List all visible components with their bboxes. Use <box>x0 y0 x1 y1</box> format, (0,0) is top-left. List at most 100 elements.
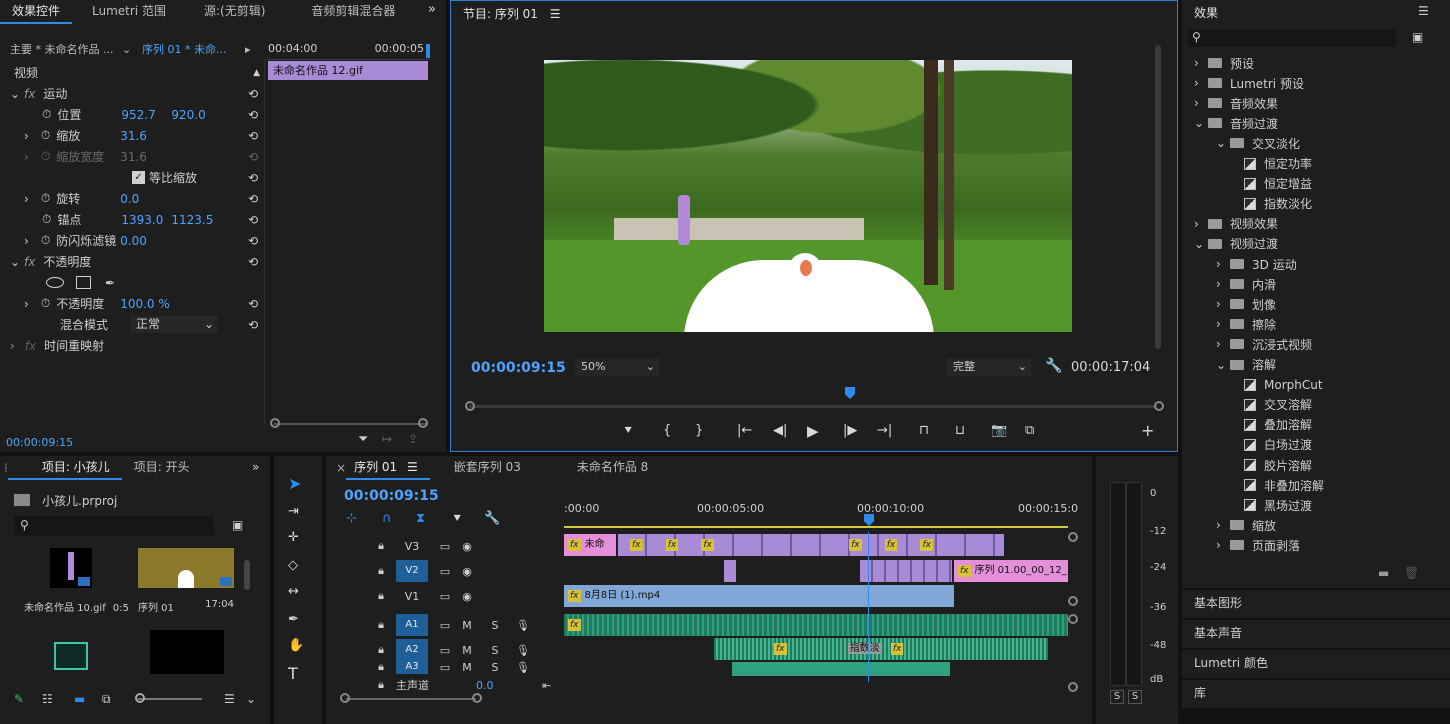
filter-icon[interactable]: ⏷ <box>358 432 368 447</box>
effects-tree-item[interactable]: › 音频效果 <box>1182 93 1432 113</box>
reset-icon[interactable]: ⟲ <box>248 129 258 143</box>
tab-untitled-8[interactable]: 未命名作品 8 <box>533 456 660 480</box>
lock-icon[interactable]: 🔒︎ <box>370 660 392 674</box>
effects-tree-item[interactable]: › 缩放 <box>1182 515 1432 535</box>
sequence-clip-label[interactable]: 序列 01 * 未命... <box>136 41 241 57</box>
effects-tree-item[interactable]: › 3D 运动 <box>1182 254 1432 274</box>
effects-tree-item[interactable]: › 擦除 <box>1182 314 1432 334</box>
position-x-value[interactable]: 952.7 <box>121 108 171 122</box>
freeform-view-icon[interactable]: ⧉ <box>102 692 111 707</box>
lock-icon[interactable]: 🔒︎ <box>370 564 392 578</box>
pencil-icon[interactable]: ✎ <box>14 692 24 706</box>
transition-label[interactable]: 指数淡 <box>847 643 882 654</box>
track-select-tool-icon[interactable]: ⇥ <box>288 504 299 519</box>
film-icon[interactable]: ▭ <box>434 619 456 632</box>
effects-tree-item[interactable]: › 内滑 <box>1182 274 1432 294</box>
solo-button[interactable]: S <box>484 619 506 632</box>
chevron-down-icon[interactable]: ⌄ <box>0 87 20 101</box>
effects-tree-item[interactable]: MorphCut <box>1182 375 1432 395</box>
chevron-right-icon[interactable]: › <box>1194 96 1208 110</box>
scroll-handle-icon[interactable] <box>465 401 475 411</box>
chevron-right-icon[interactable]: › <box>1216 538 1230 552</box>
step-back-icon[interactable]: ◀| <box>773 423 787 438</box>
sort-icon[interactable]: ☰ <box>224 692 235 706</box>
thumbnail-size-slider[interactable] <box>138 698 202 700</box>
effects-tree-item[interactable]: 恒定增益 <box>1182 174 1432 194</box>
mini-playhead[interactable] <box>426 44 430 58</box>
eye-icon[interactable]: ◉ <box>456 540 478 553</box>
snap-nest-icon[interactable]: ⊹ <box>346 511 357 526</box>
effects-tree-item[interactable]: › 沉浸式视频 <box>1182 334 1432 354</box>
play-icon[interactable]: ▶ <box>807 422 819 440</box>
film-icon[interactable]: ▭ <box>434 565 456 578</box>
mute-button[interactable]: M <box>456 644 478 657</box>
track-target-v2[interactable]: V2 <box>396 560 428 582</box>
project-item-thumb[interactable] <box>54 642 88 670</box>
uniform-scale-checkbox[interactable]: ✓ <box>132 171 145 184</box>
effect-controls-timecode[interactable]: 00:00:09:15 <box>6 436 73 449</box>
opacity-section-row[interactable]: ⌄ fx 不透明度 ⟲ <box>0 251 264 272</box>
opacity-value[interactable]: 100.0 % <box>120 297 170 311</box>
panel-overflow-icon[interactable]: » <box>252 460 259 474</box>
tab-source[interactable]: 源:(无剪辑) <box>178 0 277 24</box>
timeline-horizontal-scrollbar[interactable] <box>346 698 476 700</box>
scroll-handle-icon[interactable] <box>1154 401 1164 411</box>
go-to-in-icon[interactable]: |← <box>737 423 752 438</box>
a2-clip[interactable]: fx 指数淡 fx <box>714 638 1048 660</box>
scrub-bar[interactable] <box>469 405 1157 408</box>
chevron-down-icon[interactable]: ⌄ <box>246 692 256 706</box>
ripple-edit-tool-icon[interactable]: ✛ <box>288 530 299 545</box>
timeline-timecode[interactable]: 00:00:09:15 <box>344 488 439 504</box>
v2-clip[interactable] <box>860 560 952 582</box>
track-target-a2[interactable]: A2 <box>396 639 428 661</box>
rotation-value[interactable]: 0.0 <box>120 192 139 206</box>
extract-icon[interactable]: ⊔ <box>955 423 965 438</box>
section-lumetri-color[interactable]: Lumetri 颜色 <box>1182 650 1450 678</box>
quality-dropdown[interactable]: 完整 ⌄ <box>947 358 1031 376</box>
reset-icon[interactable]: ⟲ <box>248 171 258 185</box>
chevron-right-icon[interactable]: › <box>1216 297 1230 311</box>
microphone-icon[interactable]: 🎙︎ <box>512 619 534 632</box>
solo-button[interactable]: S <box>484 661 506 674</box>
effects-tree-item[interactable]: 白场过渡 <box>1182 435 1432 455</box>
chevron-right-icon[interactable]: › <box>1194 76 1208 90</box>
reset-icon[interactable]: ⟲ <box>248 192 258 206</box>
tab-sequence-01[interactable]: 序列 01 ☰ <box>346 456 430 480</box>
play-only-clip-icon[interactable]: ▸ <box>245 43 251 56</box>
add-button-icon[interactable]: + <box>1141 421 1154 440</box>
effects-tree-item[interactable]: ⌄ 溶解 <box>1182 355 1432 375</box>
reset-icon[interactable]: ⟲ <box>248 255 258 269</box>
v3-clip[interactable]: fx 未命 <box>564 534 616 556</box>
anchor-y-value[interactable]: 1123.5 <box>171 213 213 227</box>
lock-icon[interactable]: 🔒︎ <box>370 539 392 553</box>
new-bin-icon[interactable]: ▬ <box>1378 566 1389 580</box>
chevron-right-icon[interactable]: › <box>24 297 29 311</box>
microphone-icon[interactable]: 🎙︎ <box>512 661 534 674</box>
lock-icon[interactable]: 🔒︎ <box>370 678 392 692</box>
master-volume-value[interactable]: 0.0 <box>476 679 494 692</box>
pen-mask-icon[interactable]: ✒ <box>105 276 115 290</box>
comparison-view-icon[interactable]: ⧉ <box>1025 423 1034 438</box>
wrench-icon[interactable]: 🔧 <box>484 511 500 526</box>
v1-clip[interactable]: fx 8月8日 (1).mp4 <box>564 585 954 607</box>
rectangle-mask-icon[interactable] <box>76 276 91 289</box>
lock-icon[interactable]: 🔒︎ <box>370 643 392 657</box>
wrench-icon[interactable]: 🔧 <box>1045 358 1062 374</box>
project-item-thumb[interactable] <box>50 548 92 588</box>
timeline-ruler[interactable]: :00:00 00:00:05:00 00:00:10:00 00:00:15:… <box>564 496 1078 528</box>
v2-clip[interactable]: fx 序列 01.00_00_12_ <box>954 560 1068 582</box>
hamburger-menu-icon[interactable]: ☰ <box>1418 4 1429 18</box>
chevron-right-icon[interactable]: › <box>10 339 15 353</box>
effects-tree-item[interactable]: 黑场过渡 <box>1182 495 1432 515</box>
a1-clip[interactable]: fx <box>564 614 1068 636</box>
solo-left-button[interactable]: S <box>1110 690 1124 704</box>
mute-button[interactable]: M <box>456 661 478 674</box>
razor-tool-icon[interactable]: ◇ <box>288 558 298 573</box>
add-marker-icon[interactable]: ⯆ <box>623 424 633 439</box>
chevron-down-icon[interactable]: ⌄ <box>1194 237 1208 251</box>
reset-icon[interactable]: ⟲ <box>248 108 258 122</box>
solo-button[interactable]: S <box>484 644 506 657</box>
program-timecode[interactable]: 00:00:09:15 <box>471 360 566 376</box>
film-icon[interactable]: ▭ <box>434 644 456 657</box>
camera-icon[interactable]: 📷 <box>991 423 1007 438</box>
